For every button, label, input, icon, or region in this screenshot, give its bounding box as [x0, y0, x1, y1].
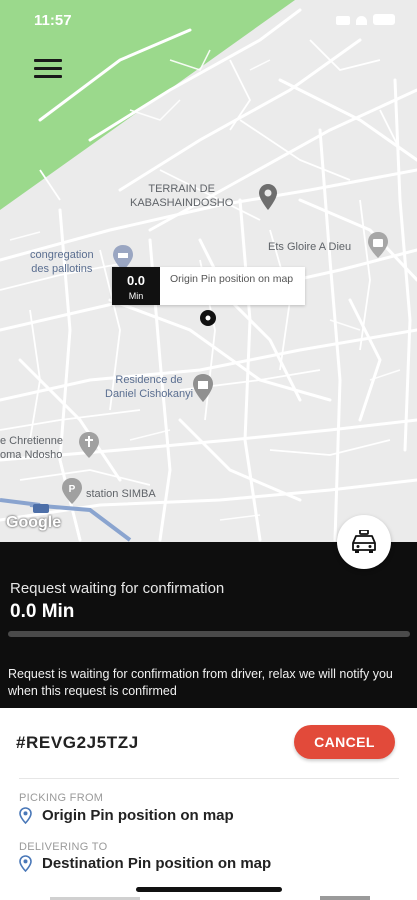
- map-label-terrain: TERRAIN DE KABASHAINDOSHO: [130, 183, 234, 209]
- signal-icon: [336, 16, 350, 25]
- cancel-button[interactable]: CANCEL: [294, 725, 395, 759]
- map-view[interactable]: 11:57 TERRAIN DE KABASHAINDOSHO Ets Gloi…: [0, 0, 417, 542]
- taxi-icon: [352, 530, 376, 553]
- taxi-button[interactable]: [337, 515, 391, 569]
- pin-label: Origin Pin position on map: [160, 267, 305, 305]
- svg-text:P: P: [69, 484, 76, 495]
- wifi-icon: [356, 16, 367, 25]
- delivering-to-value: Destination Pin position on map: [42, 855, 272, 872]
- pin-eta-unit: Min: [128, 291, 144, 301]
- map-label-ets: Ets Gloire A Dieu: [268, 241, 352, 253]
- origin-pin-callout[interactable]: 0.0 Min Origin Pin position on map: [112, 267, 305, 305]
- request-id: #REVG2J5TZJ: [16, 733, 139, 752]
- status-icons: [336, 14, 395, 25]
- delivering-to-label: DELIVERING TO: [19, 841, 108, 853]
- map-label-residence: Residence de Daniel Cishokanyi: [105, 374, 194, 400]
- picking-from-row[interactable]: Origin Pin position on map: [19, 807, 234, 824]
- status-time-value: 0.0 Min: [10, 601, 75, 622]
- menu-icon[interactable]: [32, 56, 64, 82]
- picking-from-label: PICKING FROM: [19, 792, 104, 804]
- status-time: 11:57: [34, 12, 72, 29]
- map-label-chretienne: e Chretienne oma Ndosho: [0, 435, 63, 461]
- status-title: Request waiting for confirmation: [10, 580, 225, 597]
- location-pin-icon: [19, 855, 32, 872]
- picking-from-value: Origin Pin position on map: [42, 807, 234, 824]
- residence-marker-icon: [193, 374, 213, 402]
- divider: [19, 778, 399, 779]
- church-icon: [79, 432, 99, 458]
- waiting-progress-bar: [8, 631, 410, 637]
- request-details-sheet: #REVG2J5TZJ CANCEL PICKING FROM Origin P…: [0, 708, 417, 900]
- google-logo: Google: [6, 514, 62, 531]
- status-message: Request is waiting for confirmation from…: [8, 667, 393, 698]
- delivering-to-row[interactable]: Destination Pin position on map: [19, 855, 271, 872]
- map-label-station: station SIMBA: [86, 488, 156, 500]
- pin-eta: 0.0 Min: [112, 267, 160, 305]
- shopping-icon: [368, 232, 388, 258]
- home-indicator[interactable]: [136, 887, 282, 892]
- pin-eta-value: 0.0: [126, 273, 146, 288]
- battery-icon: [373, 14, 395, 25]
- map-label-congregation: congregation des pallotins: [30, 249, 94, 275]
- parking-icon: P: [62, 478, 82, 504]
- map-marker-icon: [259, 184, 277, 210]
- origin-dot-icon[interactable]: [199, 309, 217, 327]
- location-pin-icon: [19, 807, 32, 824]
- next-row-peek: [50, 896, 370, 900]
